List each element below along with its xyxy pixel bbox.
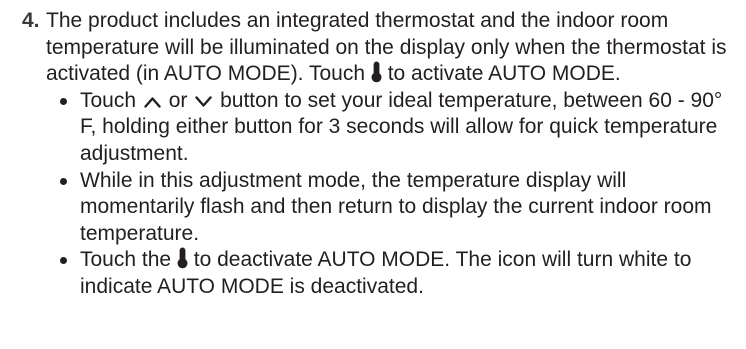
- bullet-item: Touch the to deactivate AUTO MODE. The i…: [60, 247, 732, 300]
- thermometer-icon: [177, 247, 188, 269]
- step-text-after-icon: to activate AUTO MODE.: [387, 62, 621, 86]
- step-number: 4.: [22, 9, 40, 32]
- bullet-dot: [60, 177, 67, 185]
- bullet-text: Touch or button to set your ideal temper…: [60, 88, 732, 168]
- thermometer-icon: [371, 61, 382, 83]
- bullet-item: Touch or button to set your ideal temper…: [60, 88, 732, 168]
- step-text-before-icon: The product includes an integrated therm…: [46, 9, 727, 86]
- bullet-text-start: Touch the: [80, 248, 172, 272]
- bullet-text: While in this adjustment mode, the tempe…: [80, 168, 712, 245]
- step-paragraph: The product includes an integrated therm…: [46, 8, 732, 88]
- chevron-down-icon: [195, 96, 212, 108]
- bullet-text-end: to deactivate AUTO MODE. The icon will t…: [80, 248, 692, 298]
- bullet-text-start: Touch: [80, 88, 137, 112]
- bullet-text-or: or: [168, 88, 188, 112]
- chevron-up-icon: [144, 96, 161, 108]
- bullet-text: Touch the to deactivate AUTO MODE. The i…: [60, 247, 732, 300]
- bullet-item: While in this adjustment mode, the tempe…: [60, 168, 732, 248]
- bullet-list: Touch or button to set your ideal temper…: [46, 88, 732, 301]
- bullet-dot: [60, 97, 67, 105]
- instruction-step: 4. The product includes an integrated th…: [0, 0, 746, 301]
